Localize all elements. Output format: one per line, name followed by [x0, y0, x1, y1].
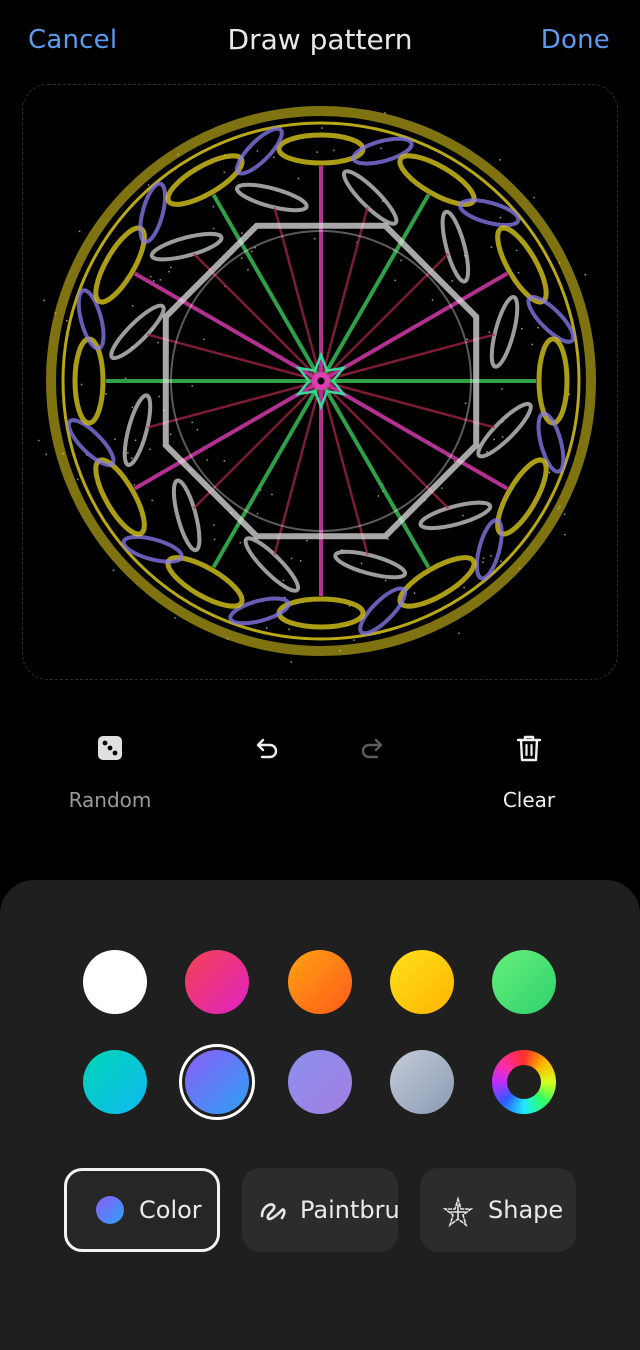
- trash-icon: [516, 735, 542, 762]
- dice-icon: [98, 736, 122, 760]
- swatch-custom-wheel[interactable]: [492, 1050, 556, 1114]
- paintbrush-mode-button[interactable]: Paintbrush: [242, 1168, 398, 1252]
- paintbrush-mode-label: Paintbrush: [300, 1196, 398, 1224]
- undo-icon: [256, 738, 278, 759]
- swatch-lavender[interactable]: [288, 1050, 352, 1114]
- random-button[interactable]: Random: [50, 726, 170, 826]
- swatch-cyan[interactable]: [83, 1050, 147, 1114]
- top-bar: Cancel Draw pattern Done: [0, 0, 640, 80]
- done-button[interactable]: Done: [541, 20, 610, 60]
- style-panel: Color Paintbrush Shape: [0, 880, 640, 1350]
- paintbrush-stroke-icon: [260, 1203, 286, 1221]
- cancel-button[interactable]: Cancel: [28, 20, 117, 60]
- swatch-green[interactable]: [492, 950, 556, 1014]
- shape-mode-label: Shape: [488, 1196, 564, 1224]
- color-mode-label: Color: [139, 1196, 202, 1224]
- color-dot-icon: [96, 1196, 124, 1224]
- swatch-orange[interactable]: [288, 950, 352, 1014]
- clear-button[interactable]: Clear: [469, 726, 589, 826]
- shape-mode-button[interactable]: Shape: [420, 1168, 576, 1252]
- kaleidoscope-pattern: [37, 106, 596, 663]
- shape-star-icon: [442, 1196, 474, 1228]
- redo-button[interactable]: [313, 726, 433, 826]
- color-wheel-center: [507, 1065, 541, 1099]
- random-label: Random: [68, 788, 152, 812]
- undo-button[interactable]: [206, 726, 326, 826]
- clear-label: Clear: [502, 788, 556, 812]
- selected-swatch-ring: [179, 1044, 255, 1120]
- redo-icon: [361, 738, 383, 759]
- swatch-grey-blue[interactable]: [390, 1050, 454, 1114]
- swatch-yellow[interactable]: [390, 950, 454, 1014]
- draw-pattern-screen: Cancel Draw pattern Done Random Clear Co…: [0, 0, 640, 1350]
- swatch-pink-red[interactable]: [185, 950, 249, 1014]
- swatch-white[interactable]: [83, 950, 147, 1014]
- color-mode-button[interactable]: Color: [64, 1168, 220, 1252]
- drawing-canvas[interactable]: [22, 84, 618, 680]
